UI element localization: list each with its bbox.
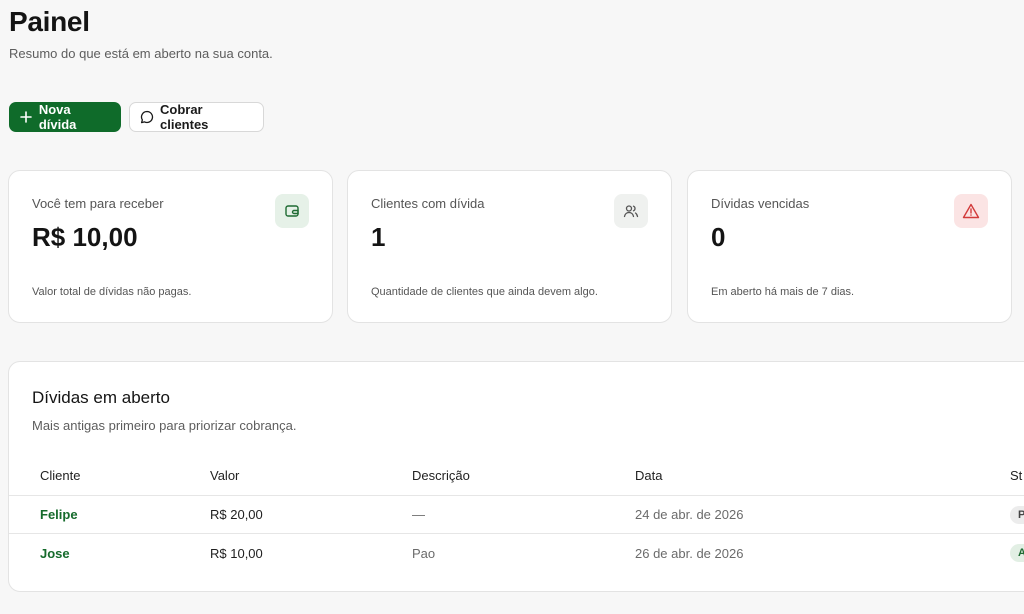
card-label: Dívidas vencidas <box>711 196 810 211</box>
plus-icon <box>19 110 33 124</box>
alert-triangle-icon <box>954 194 988 228</box>
debt-value: R$ 20,00 <box>210 507 263 522</box>
page-subtitle: Resumo do que está em aberto na sua cont… <box>9 46 273 61</box>
wallet-icon <box>275 194 309 228</box>
users-icon <box>614 194 648 228</box>
card-value: 0 <box>711 222 726 252</box>
status-badge: A <box>1010 544 1024 562</box>
column-header-value: Valor <box>210 468 240 483</box>
debt-date: 26 de abr. de 2026 <box>635 545 744 561</box>
new-debt-button[interactable]: Nova dívida <box>9 102 121 132</box>
column-header-client: Cliente <box>40 468 81 483</box>
card-label: Clientes com dívida <box>371 196 485 211</box>
overdue-debts-card: Dívidas vencidas 0 Em aberto há mais de … <box>687 170 1012 323</box>
charge-clients-button[interactable]: Cobrar clientes <box>129 102 264 132</box>
table-header: Cliente Valor Descrição Data St <box>9 456 1024 496</box>
page-title: Painel <box>9 6 90 37</box>
new-debt-label: Nova dívida <box>38 102 77 132</box>
clients-with-debt-card: Clientes com dívida 1 Quantidade de clie… <box>347 170 672 323</box>
column-header-date: Data <box>635 468 663 483</box>
dashboard-page: Painel Resumo do que está em aberto na s… <box>0 0 1024 614</box>
table-row: Felipe R$ 20,00 — 24 de abr. de 2026 P <box>9 496 1024 534</box>
debt-description: Pao <box>412 545 436 561</box>
client-link[interactable]: Felipe <box>40 507 78 522</box>
open-debts-section: Dívidas em aberto Mais antigas primeiro … <box>8 361 1024 592</box>
card-value: 1 <box>371 222 386 252</box>
table-row: Jose R$ 10,00 Pao 26 de abr. de 2026 A <box>9 534 1024 572</box>
card-note: Valor total de dívidas não pagas. <box>32 286 192 298</box>
section-title: Dívidas em aberto <box>32 388 170 407</box>
card-note: Em aberto há mais de 7 dias. <box>711 286 855 298</box>
debt-date: 24 de abr. de 2026 <box>635 507 744 522</box>
section-subtitle: Mais antigas primeiro para priorizar cob… <box>32 418 297 433</box>
column-header-status: St <box>1010 468 1023 483</box>
message-circle-icon <box>140 110 154 124</box>
client-link[interactable]: Jose <box>40 546 70 561</box>
charge-clients-label: Cobrar clientes <box>160 102 209 132</box>
card-label: Você tem para receber <box>32 196 164 211</box>
debt-value: R$ 10,00 <box>210 545 263 561</box>
status-badge: P <box>1010 505 1024 524</box>
debt-description: — <box>412 507 425 522</box>
column-header-description: Descrição <box>412 468 470 483</box>
receivable-card: Você tem para receber R$ 10,00 Valor tot… <box>8 170 333 323</box>
card-note: Quantidade de clientes que ainda devem a… <box>371 286 598 298</box>
card-value: R$ 10,00 <box>32 222 138 252</box>
